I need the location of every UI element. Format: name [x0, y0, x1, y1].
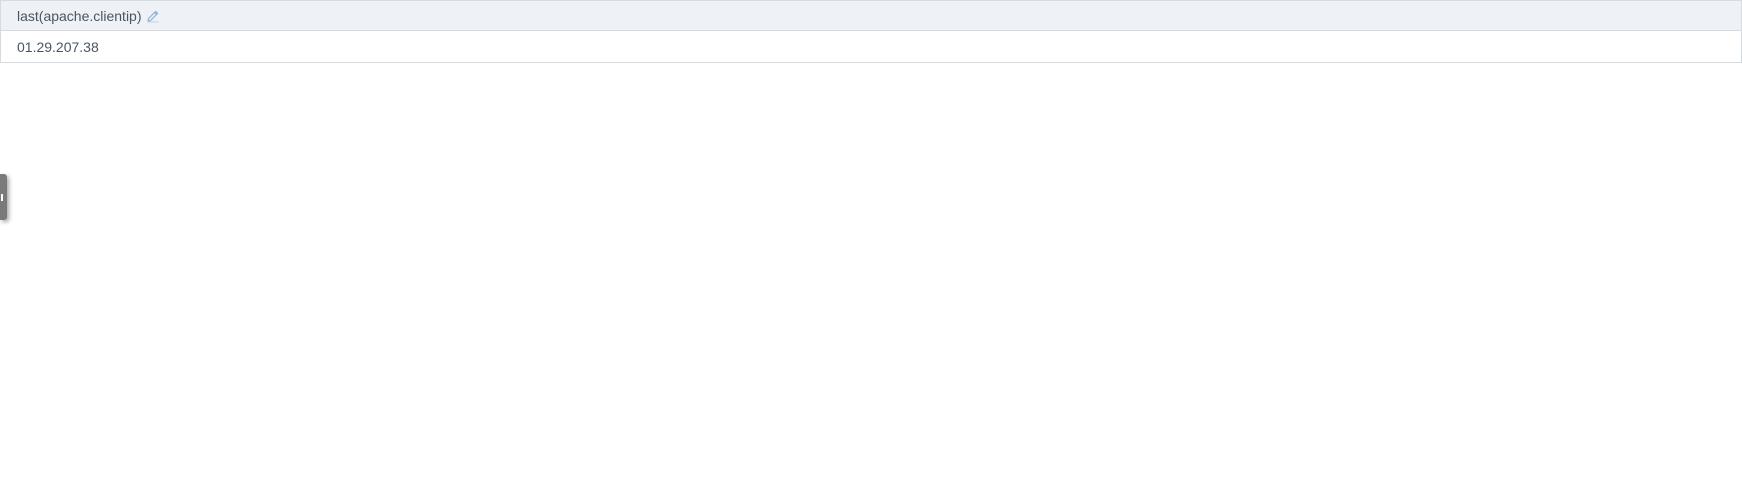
column-header-label: last(apache.clientip) — [17, 7, 142, 24]
table-header-row: last(apache.clientip) — [1, 1, 1741, 31]
table-cell-value: 01.29.207.38 — [17, 38, 99, 55]
drag-handle-icon[interactable] — [0, 174, 7, 220]
pencil-icon[interactable] — [146, 9, 160, 23]
data-table: last(apache.clientip) 01.29.207.38 — [0, 0, 1742, 63]
table-row: 01.29.207.38 — [1, 31, 1741, 62]
grip-mark — [1, 194, 3, 201]
